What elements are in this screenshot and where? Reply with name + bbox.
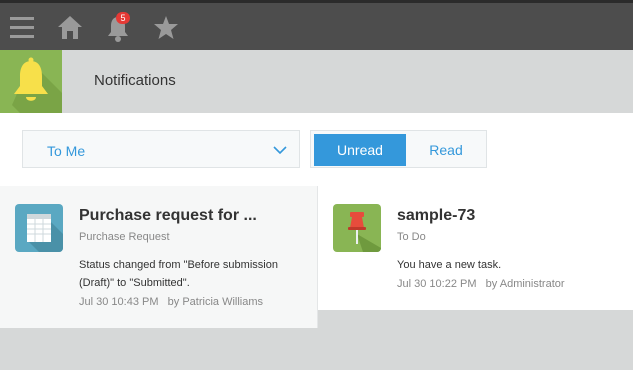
notification-app-name: To Do [397, 231, 426, 243]
notification-count-badge: 5 [116, 12, 130, 24]
notification-message: You have a new task. [397, 259, 502, 271]
notification-author: by Administrator [485, 278, 565, 290]
read-button[interactable]: Read [411, 134, 481, 166]
notification-meta: Jul 30 10:22 PM by Administrator [397, 278, 565, 290]
chevron-down-icon [273, 143, 287, 161]
read-status-toggle: Unread Read [310, 130, 487, 168]
notification-author: by Patricia Williams [167, 296, 264, 308]
notification-time: Jul 30 10:43 PM [79, 296, 159, 308]
menu-icon[interactable] [8, 11, 40, 45]
page-title: Notifications [94, 72, 176, 89]
bell-icon [0, 50, 62, 113]
page-header: Notifications [0, 50, 633, 113]
spreadsheet-icon [15, 204, 63, 252]
filter-bar: To Me Unread Read [0, 113, 633, 186]
notification-message: Status changed from "Before submission (… [79, 259, 278, 289]
recipient-dropdown-value: To Me [47, 143, 86, 159]
pin-icon [333, 204, 381, 252]
top-navigation-bar: 5 [0, 0, 633, 50]
notification-card[interactable]: sample-73 To Do You have a new task. Jul… [318, 186, 633, 310]
notification-card[interactable]: Purchase request for ... Purchase Reques… [0, 186, 318, 328]
notification-title[interactable]: sample-73 [397, 207, 475, 225]
recipient-dropdown[interactable]: To Me [22, 130, 300, 168]
notification-meta: Jul 30 10:43 PM by Patricia Williams [79, 296, 263, 308]
home-icon[interactable] [56, 11, 88, 45]
notification-app-name: Purchase Request [79, 231, 170, 243]
notification-title[interactable]: Purchase request for ... [79, 207, 257, 225]
unread-button[interactable]: Unread [314, 134, 406, 166]
notification-time: Jul 30 10:22 PM [397, 278, 477, 290]
star-icon[interactable] [152, 11, 184, 45]
